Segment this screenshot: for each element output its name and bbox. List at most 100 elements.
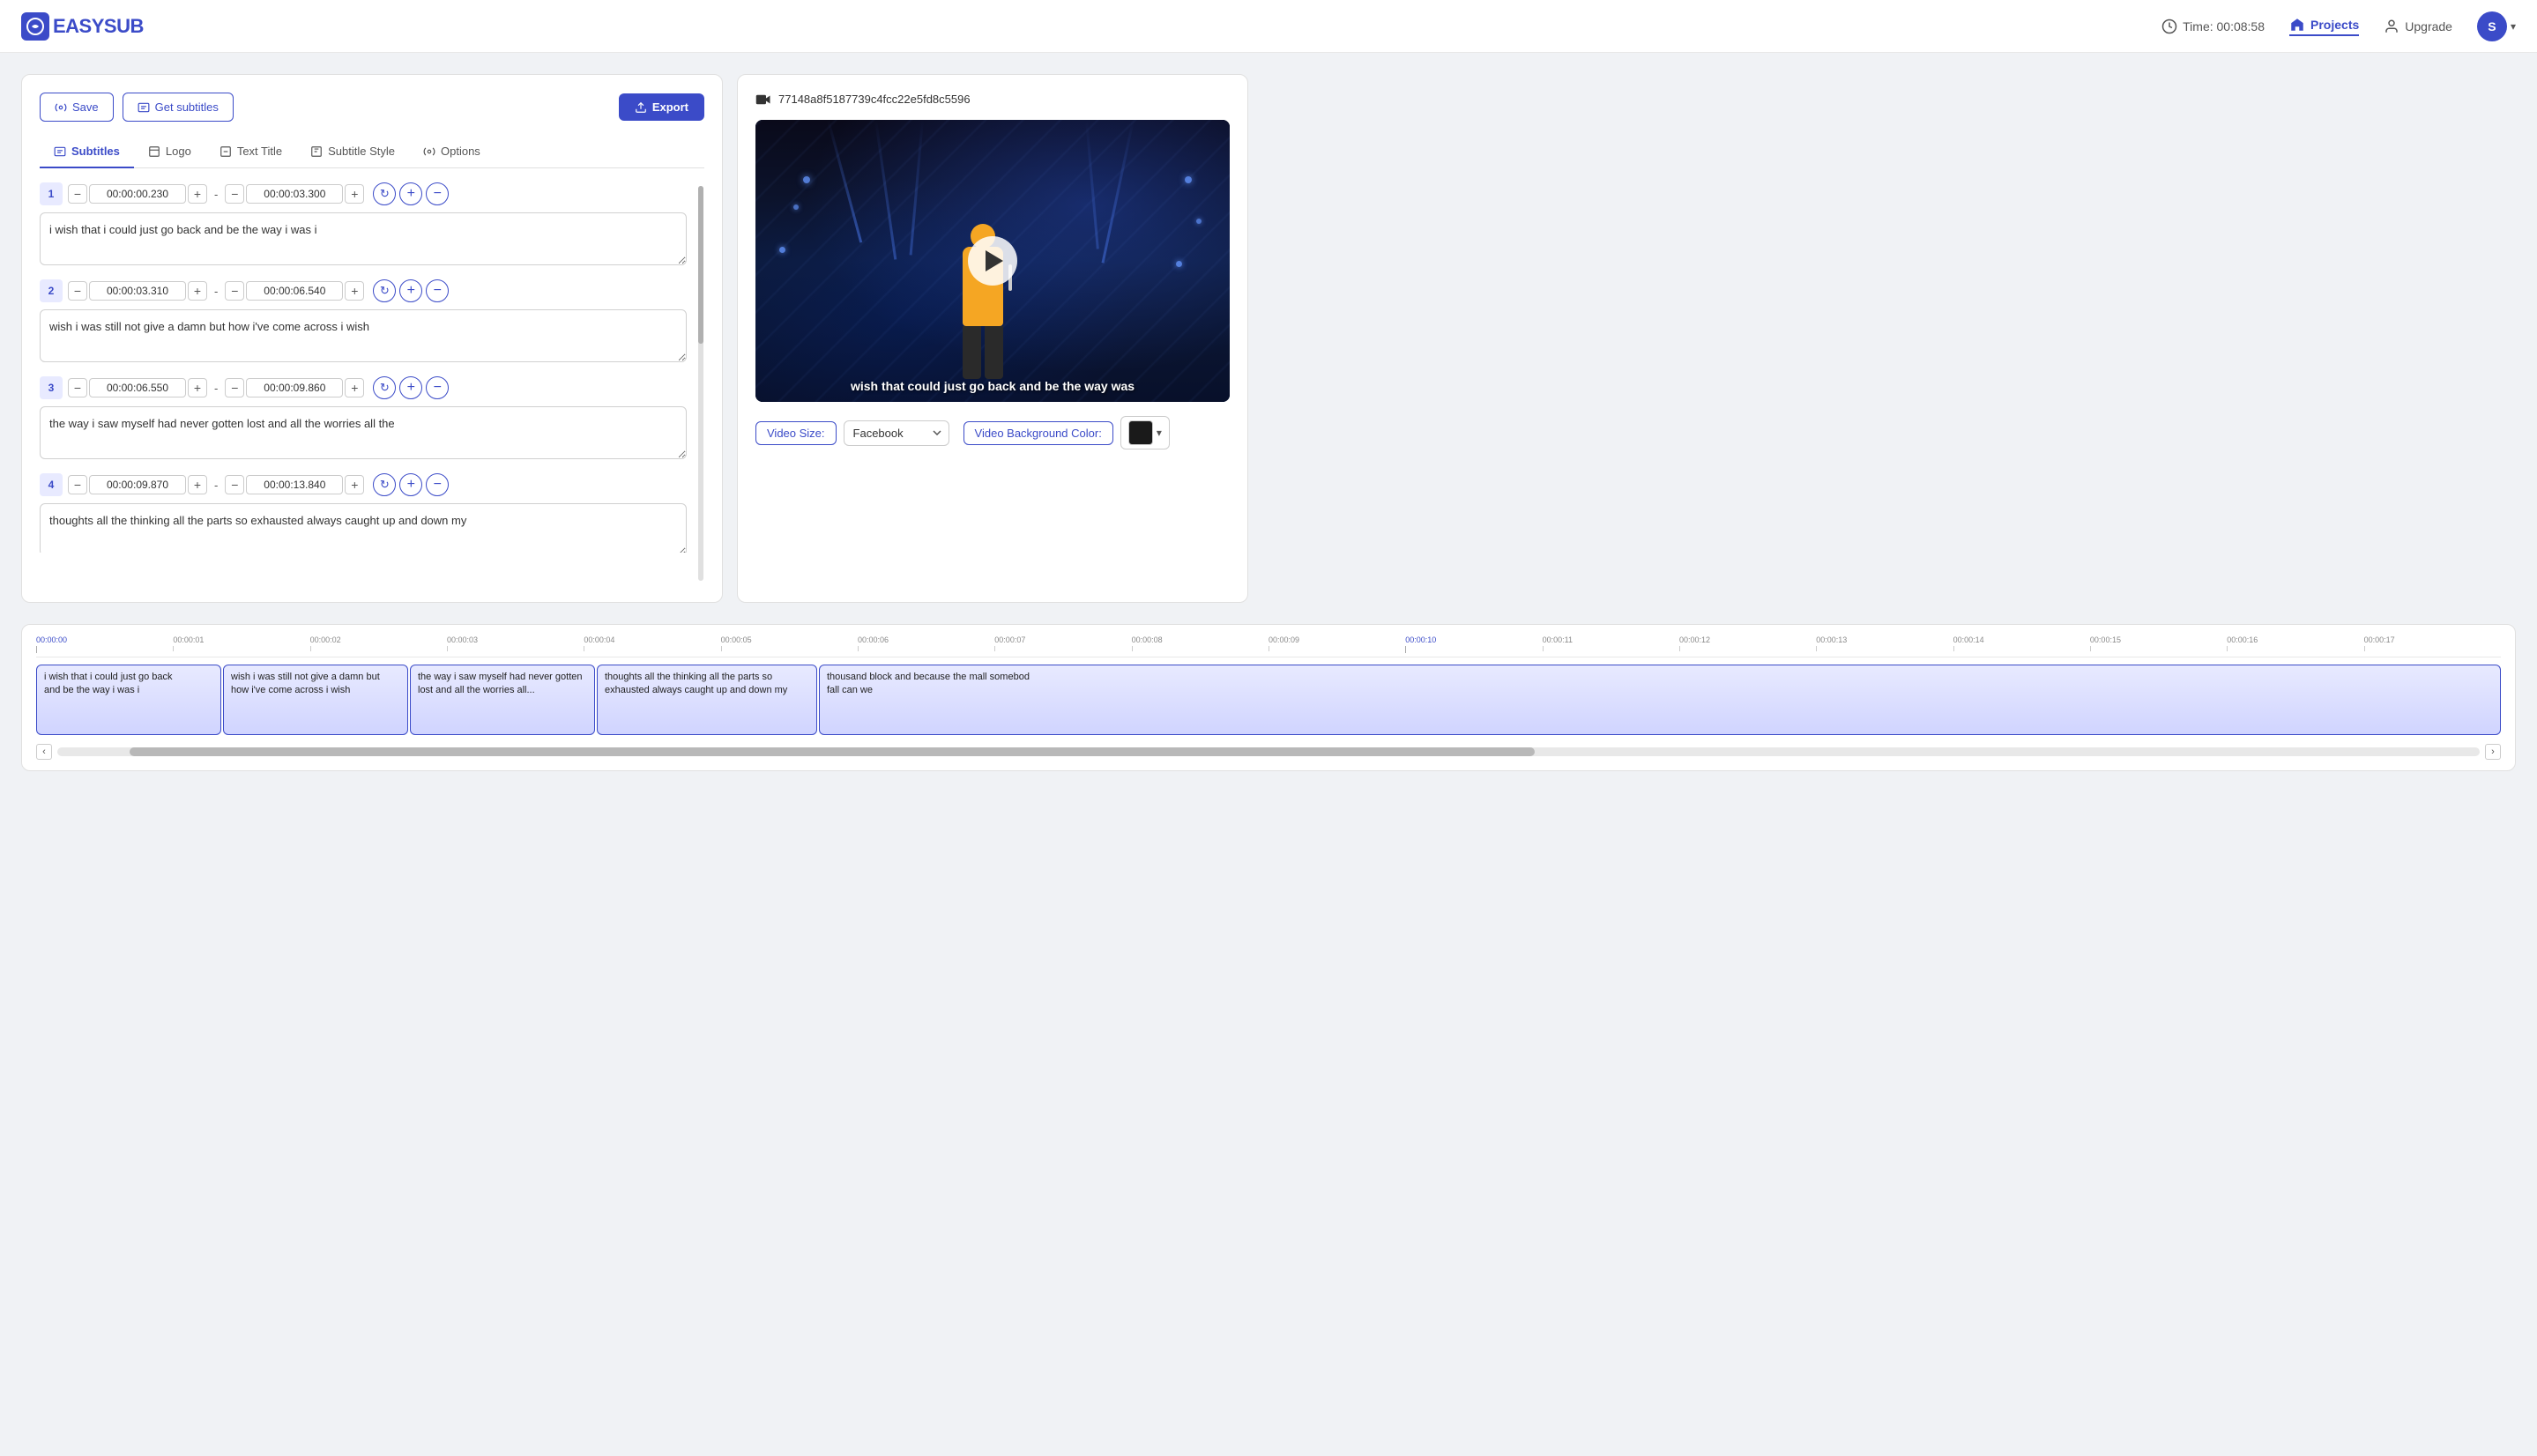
- increase-start-1[interactable]: +: [188, 184, 207, 204]
- increase-end-4[interactable]: +: [345, 475, 364, 494]
- play-button[interactable]: [968, 236, 1017, 286]
- export-button[interactable]: Export: [619, 93, 704, 121]
- decrease-start-3[interactable]: −: [68, 378, 87, 397]
- ruler-mark-2: 00:00:02: [310, 635, 447, 653]
- scroll-indicator: [697, 182, 704, 584]
- increase-start-4[interactable]: +: [188, 475, 207, 494]
- refresh-btn-2[interactable]: ↻: [373, 279, 396, 302]
- scrollbar-left-btn[interactable]: ‹: [36, 744, 52, 760]
- ruler-mark-7: 00:00:07: [994, 635, 1131, 653]
- blue-dot-4: [1185, 176, 1192, 183]
- timeline-track-5[interactable]: thousand block and because the mall some…: [819, 665, 2501, 735]
- tab-text-title[interactable]: Text Title: [205, 136, 296, 168]
- video-container: wish that could just go back and be the …: [755, 120, 1230, 402]
- time-row-2: 2 − + - − +: [40, 279, 687, 302]
- video-bg-color-group: Video Background Color: ▾: [963, 416, 1170, 449]
- ruler-marks-container: 00:00:00 00:00:01 00:00:02 00:00:03: [36, 635, 2501, 653]
- add-btn-4[interactable]: +: [399, 473, 422, 496]
- ruler-mark-13: 00:00:13: [1816, 635, 1953, 653]
- add-btn-2[interactable]: +: [399, 279, 422, 302]
- decrease-start-2[interactable]: −: [68, 281, 87, 301]
- tab-subtitles[interactable]: Subtitles: [40, 136, 134, 168]
- subtitle-text-4[interactable]: thoughts all the thinking all the parts …: [40, 503, 687, 553]
- save-button[interactable]: Save: [40, 93, 114, 122]
- subtitle-text-2[interactable]: wish i was still not give a damn but how…: [40, 309, 687, 362]
- increase-end-1[interactable]: +: [345, 184, 364, 204]
- start-time-2[interactable]: [89, 281, 186, 301]
- projects-nav[interactable]: Projects: [2289, 17, 2359, 36]
- video-size-select[interactable]: Facebook YouTube Instagram Twitter TikTo…: [844, 420, 949, 446]
- options-tab-icon: [423, 145, 435, 158]
- time-row-4: 4 − + - − +: [40, 473, 687, 496]
- end-time-1[interactable]: [246, 184, 343, 204]
- video-placeholder: wish that could just go back and be the …: [755, 120, 1230, 402]
- end-time-3[interactable]: [246, 378, 343, 397]
- time-input-group-end-1: − +: [225, 184, 364, 204]
- decrease-end-1[interactable]: −: [225, 184, 244, 204]
- start-time-4[interactable]: [89, 475, 186, 494]
- action-btns-2: ↻ + −: [373, 279, 449, 302]
- header: EASYSUB Time: 00:08:58 Projects Upgrade …: [0, 0, 2537, 53]
- timeline-tracks: i wish that i could just go backand be t…: [36, 665, 2501, 735]
- tab-options[interactable]: Options: [409, 136, 495, 168]
- ruler-mark-10: 00:00:10: [1405, 635, 1542, 653]
- scrollbar-right-btn[interactable]: ›: [2485, 744, 2501, 760]
- color-picker-wrapper[interactable]: ▾: [1120, 416, 1170, 449]
- remove-btn-3[interactable]: −: [426, 376, 449, 399]
- ruler-mark-6: 00:00:06: [858, 635, 994, 653]
- home-icon: [2289, 17, 2305, 33]
- left-panel: Save Get subtitles Export: [21, 74, 723, 603]
- get-subtitles-button[interactable]: Get subtitles: [123, 93, 234, 122]
- timeline-track-3[interactable]: the way i saw myself had never gotten lo…: [410, 665, 595, 735]
- add-btn-3[interactable]: +: [399, 376, 422, 399]
- entry-num-2: 2: [40, 279, 63, 302]
- decrease-start-1[interactable]: −: [68, 184, 87, 204]
- main-content: Save Get subtitles Export: [0, 53, 1269, 624]
- end-time-2[interactable]: [246, 281, 343, 301]
- refresh-btn-1[interactable]: ↻: [373, 182, 396, 205]
- performer-leg-right: [985, 326, 1003, 379]
- end-time-4[interactable]: [246, 475, 343, 494]
- logo-tab-icon: [148, 145, 160, 158]
- timeline-ruler: 00:00:00 00:00:01 00:00:02 00:00:03: [36, 635, 2501, 657]
- subtitle-text-1[interactable]: i wish that i could just go back and be …: [40, 212, 687, 265]
- decrease-end-3[interactable]: −: [225, 378, 244, 397]
- timeline-track-4[interactable]: thoughts all the thinking all the parts …: [597, 665, 817, 735]
- time-input-group-end-2: − +: [225, 281, 364, 301]
- toolbar: Save Get subtitles Export: [40, 93, 704, 122]
- start-time-3[interactable]: [89, 378, 186, 397]
- refresh-btn-4[interactable]: ↻: [373, 473, 396, 496]
- timeline-track-2[interactable]: wish i was still not give a damn buthow …: [223, 665, 408, 735]
- increase-end-3[interactable]: +: [345, 378, 364, 397]
- subtitle-entry-2: 2 − + - − +: [40, 279, 687, 362]
- tab-logo[interactable]: Logo: [134, 136, 205, 168]
- decrease-end-2[interactable]: −: [225, 281, 244, 301]
- increase-end-2[interactable]: +: [345, 281, 364, 301]
- scrollbar-thumb: [130, 747, 1535, 756]
- tab-subtitle-style[interactable]: Subtitle Style: [296, 136, 409, 168]
- logo[interactable]: EASYSUB: [21, 12, 144, 41]
- decrease-end-4[interactable]: −: [225, 475, 244, 494]
- add-btn-1[interactable]: +: [399, 182, 422, 205]
- increase-start-3[interactable]: +: [188, 378, 207, 397]
- remove-btn-4[interactable]: −: [426, 473, 449, 496]
- time-row-1: 1 − + - − +: [40, 182, 687, 205]
- header-right: Time: 00:08:58 Projects Upgrade S ▾: [2161, 11, 2516, 41]
- avatar[interactable]: S: [2477, 11, 2507, 41]
- remove-btn-1[interactable]: −: [426, 182, 449, 205]
- refresh-btn-3[interactable]: ↻: [373, 376, 396, 399]
- user-avatar-wrapper[interactable]: S ▾: [2477, 11, 2516, 41]
- increase-start-2[interactable]: +: [188, 281, 207, 301]
- scrollbar-track[interactable]: [57, 747, 2480, 756]
- color-swatch: [1128, 420, 1153, 445]
- blue-dot-3: [779, 247, 785, 253]
- remove-btn-2[interactable]: −: [426, 279, 449, 302]
- ruler-mark-1: 00:00:01: [173, 635, 309, 653]
- upgrade-nav[interactable]: Upgrade: [2384, 19, 2452, 34]
- video-camera-icon: [755, 93, 771, 106]
- timeline-track-1[interactable]: i wish that i could just go backand be t…: [36, 665, 221, 735]
- subtitle-text-3[interactable]: the way i saw myself had never gotten lo…: [40, 406, 687, 459]
- decrease-start-4[interactable]: −: [68, 475, 87, 494]
- ruler-mark-5: 00:00:05: [721, 635, 858, 653]
- start-time-1[interactable]: [89, 184, 186, 204]
